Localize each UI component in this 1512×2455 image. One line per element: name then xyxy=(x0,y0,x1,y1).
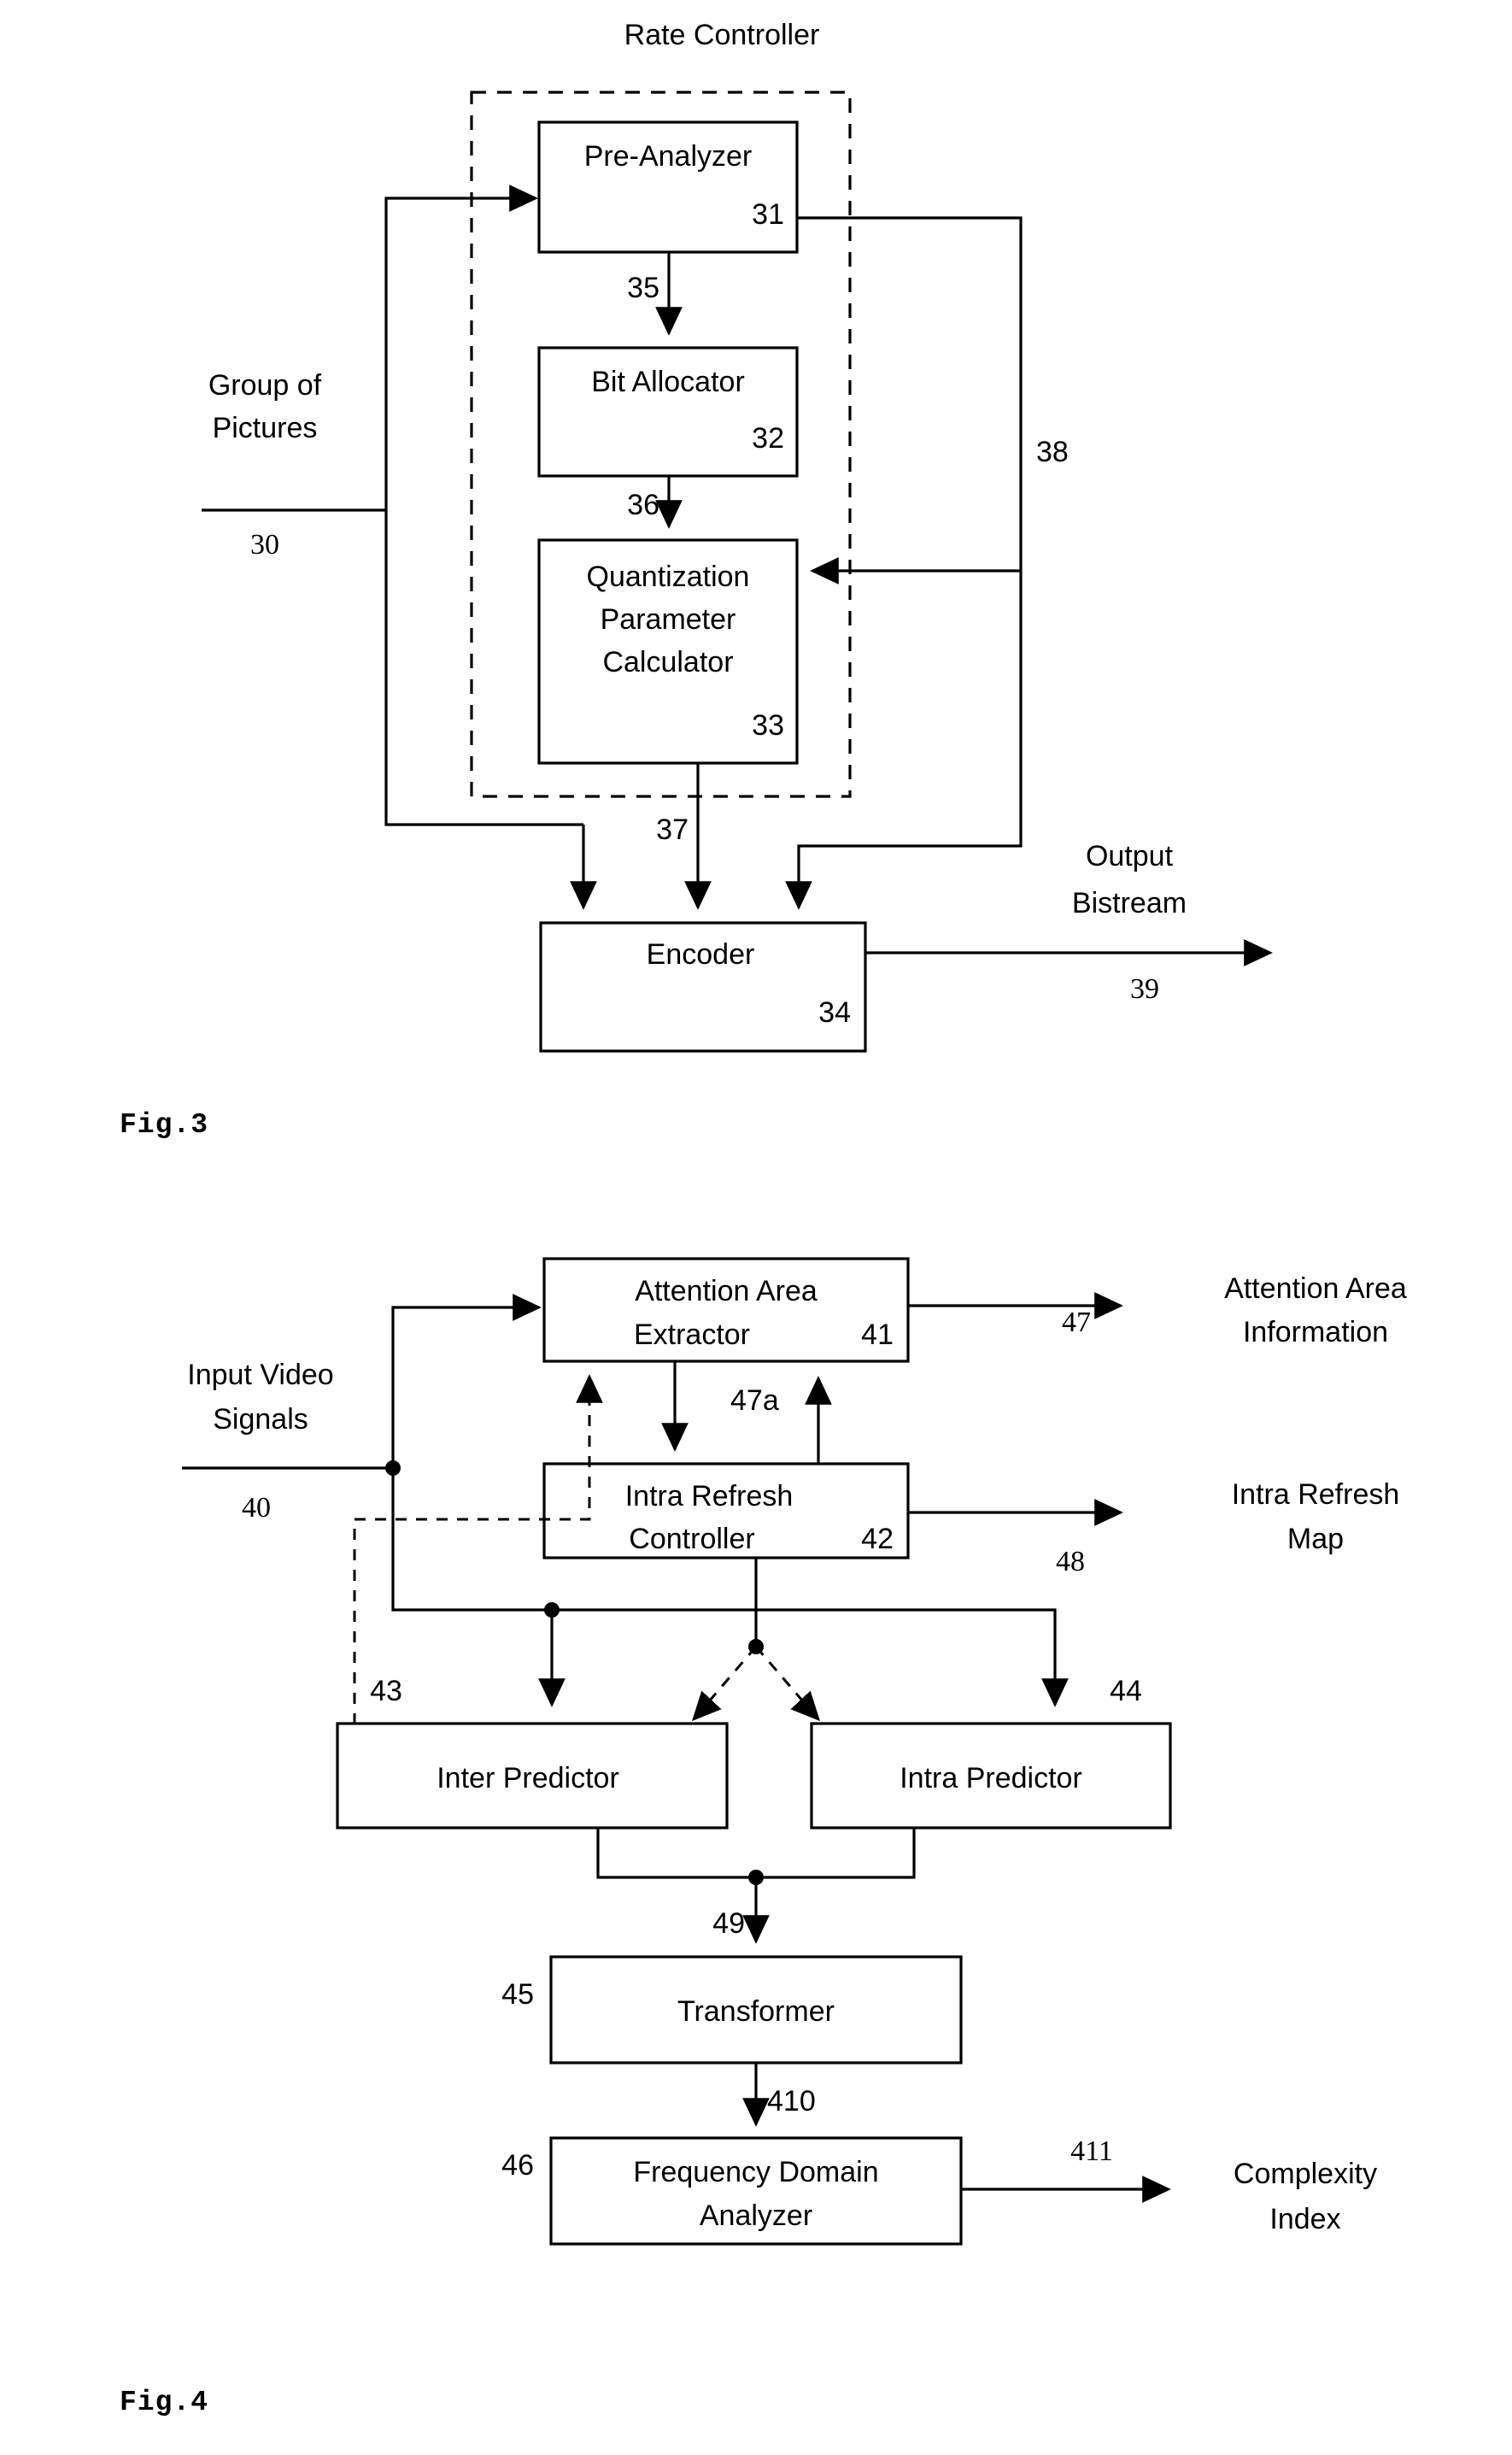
qp-calculator-ref: 33 xyxy=(752,709,784,742)
bit-allocator-label: Bit Allocator xyxy=(591,366,745,398)
pre-analyzer-label: Pre-Analyzer xyxy=(584,140,753,173)
pre-analyzer-ref: 31 xyxy=(752,198,784,231)
signal-38-feedback-line xyxy=(797,216,1023,584)
bit-allocator-ref: 32 xyxy=(752,422,784,455)
fig4-caption: Fig.4 xyxy=(120,2387,208,2418)
inter-predictor-ref: 43 xyxy=(370,1675,402,1707)
complexity-index-line1: Complexity xyxy=(1234,2158,1377,2190)
transformer-label: Transformer xyxy=(677,1995,835,2028)
dashed-feedback-line xyxy=(353,1383,591,1724)
signal-411-ref: 411 xyxy=(1070,2135,1113,2167)
encoder-ref: 34 xyxy=(818,996,851,1029)
signal-37-ref: 37 xyxy=(656,813,689,846)
output-bistream-line1: Output xyxy=(1086,840,1174,872)
input-video-signals-line2: Signals xyxy=(213,1403,308,1436)
input-to-extractor-line xyxy=(391,1306,521,1468)
qp-calculator-label-line3: Calculator xyxy=(602,646,733,678)
signal-47-ref: 47 xyxy=(1062,1307,1091,1338)
input-video-signals-ref: 40 xyxy=(242,1492,271,1524)
intra-refresh-controller-ref: 42 xyxy=(861,1523,894,1555)
complexity-index-line2: Index xyxy=(1269,2203,1340,2235)
intra-refresh-controller-line2: Controller xyxy=(629,1523,754,1555)
intra-predictor-ref: 44 xyxy=(1110,1675,1142,1707)
intra-refresh-controller-line1: Intra Refresh xyxy=(625,1480,794,1512)
signal-48-ref: 48 xyxy=(1056,1546,1085,1577)
signal-38-to-encoder-line xyxy=(785,571,1023,910)
input-down-line xyxy=(391,1468,552,1612)
switch-to-intra-arrow xyxy=(790,1690,820,1722)
signal-49-ref: 49 xyxy=(712,1907,745,1940)
frequency-domain-analyzer-line1: Frequency Domain xyxy=(633,2156,878,2188)
patent-drawing-sheet: Rate Controller Pre-Analyzer 31 Bit Allo… xyxy=(0,0,1512,2455)
input-to-intra-predictor-arrow xyxy=(552,1608,1069,1707)
output-bistream-line2: Bistream xyxy=(1072,887,1187,919)
attention-area-extractor-ref: 41 xyxy=(861,1319,894,1351)
encoder-label: Encoder xyxy=(647,938,755,971)
attention-area-extractor-line1: Attention Area xyxy=(635,1275,818,1307)
gop-riser-line xyxy=(384,197,519,510)
output-bistream-ref: 39 xyxy=(1130,973,1159,1005)
switch-to-inter-dashed xyxy=(697,1646,758,1714)
signal-35-ref: 35 xyxy=(627,272,659,304)
signal-36-ref: 36 xyxy=(627,489,659,521)
input-video-signals-line1: Input Video xyxy=(187,1359,333,1391)
rate-controller-title: Rate Controller xyxy=(624,19,820,51)
group-of-pictures-line2: Pictures xyxy=(213,412,318,444)
inter-predictor-label: Inter Predictor xyxy=(437,1762,619,1794)
attention-area-extractor-line2: Extractor xyxy=(634,1319,750,1351)
attention-area-information-line2: Information xyxy=(1243,1316,1388,1348)
diagram-canvas: Rate Controller Pre-Analyzer 31 Bit Allo… xyxy=(120,19,1407,2418)
qp-calculator-label-line1: Quantization xyxy=(587,561,750,593)
signal-38-ref: 38 xyxy=(1036,436,1069,468)
signal-410-ref: 410 xyxy=(767,2085,816,2117)
frequency-domain-analyzer-ref: 46 xyxy=(501,2149,534,2182)
attention-area-information-line1: Attention Area xyxy=(1224,1272,1407,1305)
intra-predictor-label: Intra Predictor xyxy=(900,1762,1082,1794)
switch-to-intra-dashed xyxy=(754,1646,815,1714)
fig3-caption: Fig.3 xyxy=(120,1109,208,1141)
gop-to-encoder-line xyxy=(384,510,583,826)
intra-refresh-map-line1: Intra Refresh xyxy=(1232,1478,1400,1511)
transformer-ref: 45 xyxy=(501,1978,534,2011)
figure-3: Rate Controller Pre-Analyzer 31 Bit Allo… xyxy=(120,19,1273,1141)
frequency-domain-analyzer-line2: Analyzer xyxy=(700,2200,812,2232)
figure-4: Attention Area Extractor 41 Intra Refres… xyxy=(120,1257,1407,2418)
group-of-pictures-ref: 30 xyxy=(250,529,279,561)
switch-to-inter-arrow xyxy=(692,1690,722,1722)
group-of-pictures-line1: Group of xyxy=(208,369,322,402)
signal-47a-ref: 47a xyxy=(730,1384,779,1417)
intra-refresh-map-line2: Map xyxy=(1287,1523,1344,1555)
qp-calculator-label-line2: Parameter xyxy=(601,603,736,636)
